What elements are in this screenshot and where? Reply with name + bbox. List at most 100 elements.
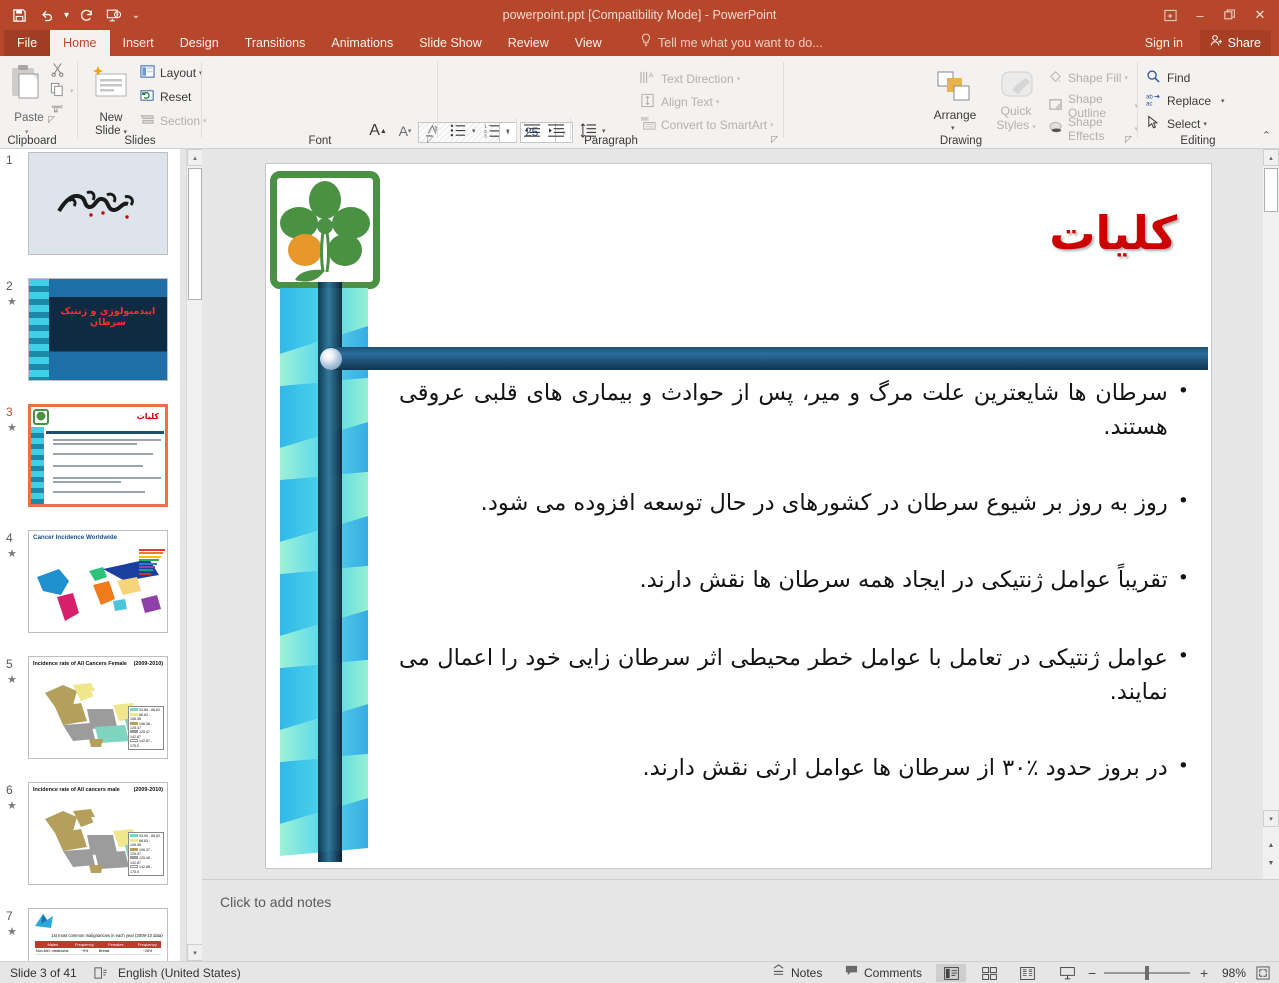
zoom-slider-thumb[interactable] bbox=[1145, 966, 1149, 980]
notes-button[interactable]: Notes bbox=[772, 962, 822, 983]
tab-design[interactable]: Design bbox=[167, 30, 232, 56]
select-button[interactable]: Select ▾ bbox=[1146, 115, 1207, 133]
thumbnail-preview-selected[interactable]: کلیات bbox=[28, 404, 168, 507]
align-text-button[interactable]: Align Text ▾ bbox=[640, 93, 719, 111]
replace-dropdown-icon[interactable]: ▾ bbox=[1221, 97, 1225, 105]
font-dialog-launcher[interactable]: ◸ bbox=[427, 134, 434, 145]
sign-in-button[interactable]: Sign in bbox=[1145, 30, 1183, 56]
thumbnail-preview[interactable]: اپیدمیولوژی و ژنتیک سرطان bbox=[28, 278, 168, 381]
bullet-item-3: • تقریباً عوامل ژنتیکی در ایجاد همه سرطا… bbox=[399, 564, 1189, 598]
thumbnail-preview[interactable] bbox=[28, 152, 168, 255]
close-button[interactable]: ✕ bbox=[1245, 1, 1275, 29]
comment-icon bbox=[845, 962, 858, 983]
shape-fill-button[interactable]: Shape Fill ▾ bbox=[1048, 69, 1128, 87]
slide-scroll-down-icon[interactable]: ▾ bbox=[1263, 810, 1279, 827]
convert-to-smartart-button[interactable]: Convert to SmartArt ▾ bbox=[640, 116, 774, 134]
layout-button[interactable]: Layout ▾ bbox=[140, 64, 203, 82]
tab-home[interactable]: Home bbox=[50, 30, 110, 56]
slide-area-scrollbar[interactable]: ▴ ▾ ▲ ▼ bbox=[1263, 149, 1279, 879]
thumbnail-item-4[interactable]: 4 ★ Cancer Incidence Worldwide bbox=[0, 527, 180, 653]
comments-button[interactable]: Comments bbox=[845, 962, 922, 983]
slide-thumbnail-pane[interactable]: 1 2 ★ اپیدمیولوژی و ژنتیک سرطان 3 ★ کلیا… bbox=[0, 149, 180, 961]
line-spacing-dropdown-icon[interactable]: ▾ bbox=[602, 127, 606, 135]
align-text-dropdown-icon[interactable]: ▾ bbox=[716, 98, 720, 106]
slide-body-text[interactable]: • سرطان ها شایعترین علت مرگ و میر، پس از… bbox=[399, 377, 1189, 785]
convert-to-smartart-dropdown-icon[interactable]: ▾ bbox=[770, 121, 774, 129]
thumbnail-item-7[interactable]: 7 ★ 1st most common malignancies in each… bbox=[0, 905, 180, 961]
paste-icon[interactable] bbox=[10, 64, 44, 109]
zoom-out-button[interactable]: − bbox=[1088, 962, 1096, 983]
tab-transitions[interactable]: Transitions bbox=[232, 30, 319, 56]
collapse-ribbon-icon[interactable]: ⌃ bbox=[1262, 129, 1271, 142]
text-direction-dropdown-icon[interactable]: ▾ bbox=[737, 75, 741, 83]
thumbnail-title-text: Incidence rate of All cancers male bbox=[33, 787, 120, 793]
slide-sorter-icon[interactable] bbox=[974, 964, 1004, 982]
language-indicator[interactable]: English (United States) bbox=[118, 962, 241, 983]
select-dropdown-icon[interactable]: ▾ bbox=[1203, 120, 1207, 128]
svg-text:ac: ac bbox=[1146, 101, 1153, 107]
tab-review[interactable]: Review bbox=[495, 30, 562, 56]
zoom-level[interactable]: 98% bbox=[1222, 962, 1246, 983]
tab-animations[interactable]: Animations bbox=[318, 30, 406, 56]
tab-file[interactable]: File bbox=[4, 30, 51, 56]
thumbnail-scroll-up-icon[interactable]: ▴ bbox=[187, 149, 203, 166]
current-slide[interactable]: کلیات • سرطان ها شایعترین علت مرگ و میر،… bbox=[265, 163, 1212, 869]
section-button[interactable]: Section ▾ bbox=[140, 112, 207, 130]
drawing-dialog-launcher[interactable]: ◸ bbox=[1125, 134, 1132, 145]
next-slide-icon[interactable]: ▼ bbox=[1263, 855, 1279, 872]
shape-fill-dropdown-icon[interactable]: ▾ bbox=[1124, 74, 1128, 82]
arrange-icon[interactable] bbox=[936, 70, 974, 109]
ribbon-display-options-icon[interactable] bbox=[1155, 1, 1185, 29]
text-direction-button[interactable]: A Text Direction ▾ bbox=[640, 70, 740, 88]
copy-dropdown-icon[interactable]: ▾ bbox=[70, 87, 74, 95]
fit-slide-to-window-icon[interactable] bbox=[1256, 962, 1270, 983]
zoom-in-button[interactable]: + bbox=[1200, 962, 1208, 983]
tab-view[interactable]: View bbox=[562, 30, 615, 56]
thumbnail-item-2[interactable]: 2 ★ اپیدمیولوژی و ژنتیک سرطان bbox=[0, 275, 180, 401]
thumbnail-preview[interactable]: Cancer Incidence Worldwide bbox=[28, 530, 168, 633]
tell-me-placeholder: Tell me what you want to do... bbox=[658, 36, 823, 50]
accessibility-checker-icon[interactable] bbox=[94, 962, 108, 983]
thumbnail-scrollbar-thumb[interactable] bbox=[188, 168, 202, 300]
thumbnail-preview[interactable]: Incidence rate of All Cancers Female (20… bbox=[28, 656, 168, 759]
thumbnail-pane-scrollbar[interactable]: ▴ ▾ bbox=[186, 149, 203, 961]
tab-slide-show[interactable]: Slide Show bbox=[406, 30, 495, 56]
thumbnail-item-5[interactable]: 5 ★ Incidence rate of All Cancers Female… bbox=[0, 653, 180, 779]
notes-placeholder[interactable]: Click to add notes bbox=[220, 894, 331, 910]
previous-slide-icon[interactable]: ▲ bbox=[1263, 837, 1279, 854]
format-painter-icon[interactable] bbox=[50, 100, 65, 115]
slide-show-icon[interactable] bbox=[1052, 964, 1082, 982]
normal-view-icon[interactable] bbox=[936, 964, 966, 982]
arrange-dropdown-icon[interactable]: ▾ bbox=[951, 124, 955, 132]
thumbnail-item-3[interactable]: 3 ★ کلیات bbox=[0, 401, 180, 527]
tell-me-search[interactable]: Tell me what you want to do... bbox=[640, 30, 823, 56]
minimize-button[interactable]: – bbox=[1185, 1, 1215, 29]
copy-icon[interactable] bbox=[50, 82, 65, 97]
bullet-list-dropdown-icon[interactable]: ▾ bbox=[472, 127, 476, 135]
thumbnail-preview[interactable]: Incidence rate of All cancers male (2009… bbox=[28, 782, 168, 885]
paragraph-dialog-launcher[interactable]: ◸ bbox=[771, 134, 778, 145]
restore-button[interactable] bbox=[1215, 1, 1245, 29]
reset-button[interactable]: Reset bbox=[140, 88, 191, 106]
replace-button[interactable]: ab ac Replace ▾ bbox=[1146, 92, 1225, 110]
numbered-list-dropdown-icon[interactable]: ▾ bbox=[506, 127, 510, 135]
notes-pane[interactable]: Click to add notes bbox=[202, 879, 1279, 961]
find-button[interactable]: Find bbox=[1146, 69, 1190, 87]
cut-icon[interactable] bbox=[50, 62, 65, 77]
slide-counter[interactable]: Slide 3 of 41 bbox=[10, 962, 77, 983]
thumbnail-preview[interactable]: 1st most common malignancies in each yea… bbox=[28, 908, 168, 961]
reading-view-icon[interactable] bbox=[1012, 964, 1042, 982]
slide-scroll-up-icon[interactable]: ▴ bbox=[1263, 149, 1279, 166]
slide-scrollbar-thumb[interactable] bbox=[1264, 168, 1278, 212]
slide-editing-area[interactable]: کلیات • سرطان ها شایعترین علت مرگ و میر،… bbox=[202, 149, 1263, 879]
thumbnail-scroll-down-icon[interactable]: ▾ bbox=[187, 944, 203, 961]
new-slide-icon[interactable] bbox=[90, 64, 130, 109]
thumbnail-item-6[interactable]: 6 ★ Incidence rate of All cancers male (… bbox=[0, 779, 180, 905]
tab-insert[interactable]: Insert bbox=[110, 30, 167, 56]
ribbon-group-font: ▾ 25 ▾ A▲ A▾ B I U S abc AV ↔ ▾ Aa ▾ A ▾… bbox=[202, 56, 573, 177]
quick-styles-dropdown-icon[interactable]: ▾ bbox=[1032, 124, 1036, 131]
thumbnail-item-1[interactable]: 1 bbox=[0, 149, 180, 275]
share-button[interactable]: Share bbox=[1199, 30, 1271, 56]
clipboard-dialog-icon[interactable]: ◸ bbox=[48, 114, 55, 125]
slide-title[interactable]: کلیات bbox=[1049, 206, 1177, 260]
